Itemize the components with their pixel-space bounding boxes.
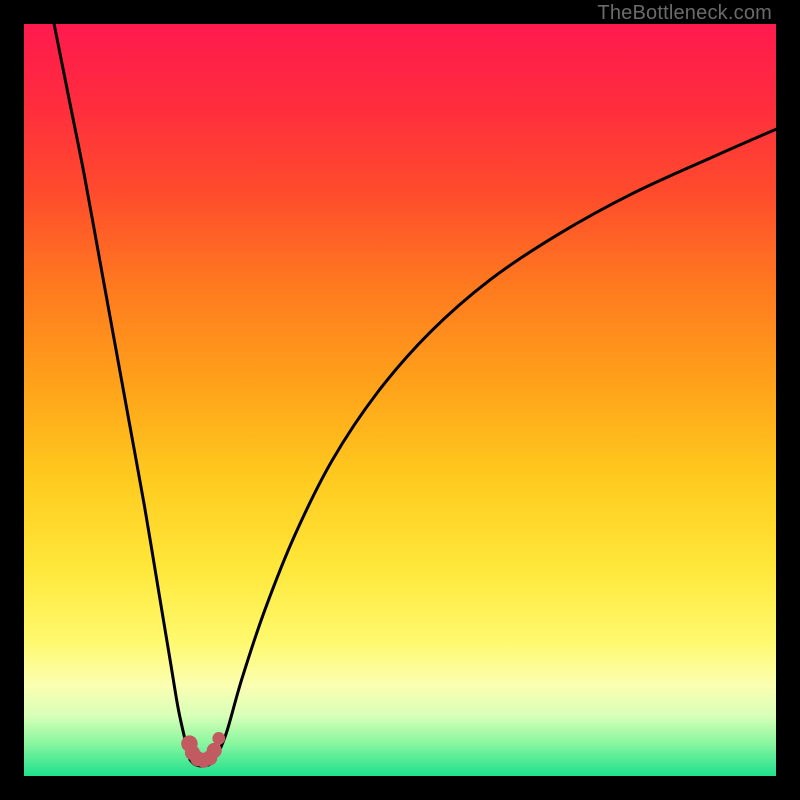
gradient-background <box>24 24 776 776</box>
chart-svg <box>24 24 776 776</box>
outer-frame: TheBottleneck.com <box>0 0 800 800</box>
plot-area <box>24 24 776 776</box>
valley-dot-right-top <box>212 732 225 745</box>
valley-dot-right-mid <box>207 743 222 758</box>
attribution-text: TheBottleneck.com <box>597 2 772 25</box>
